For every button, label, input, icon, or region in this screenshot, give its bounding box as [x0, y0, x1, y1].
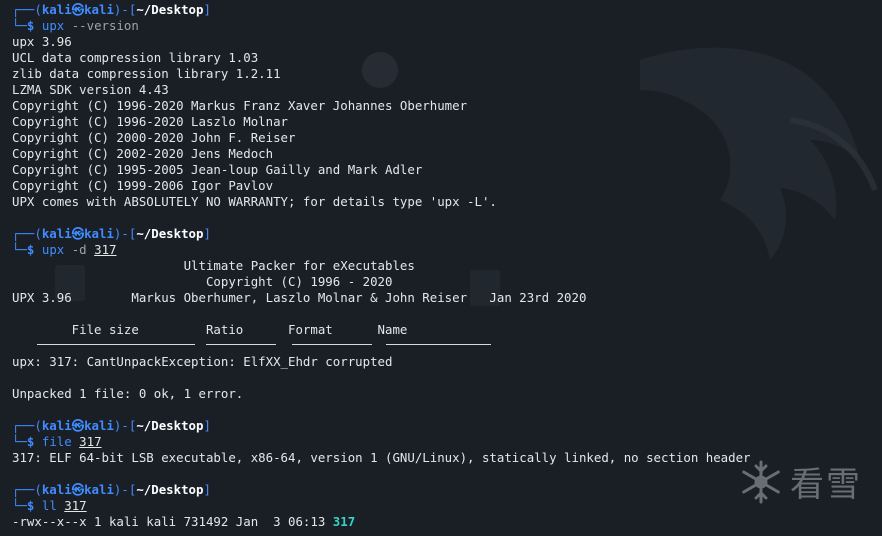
output-line: Copyright (C) 2000-2020 John F. Reiser: [12, 130, 296, 145]
listing-line: -rwx--x--x 1 kali kali 731492 Jan 3 06:1…: [12, 514, 356, 529]
prompt-line: ┌──(kali㉿kali)-[~/Desktop]: [12, 482, 211, 497]
column-underline: [37, 344, 195, 345]
prompt-line: ┌──(kali㉿kali)-[~/Desktop]: [12, 2, 211, 17]
output-line: Copyright (C) 1996-2020 Laszlo Molnar: [12, 114, 289, 129]
prompt-line: ┌──(kali㉿kali)-[~/Desktop]: [12, 226, 211, 241]
command-line: └─$ upx -d 317: [12, 242, 117, 257]
table-header: File size Ratio Format Name: [12, 322, 408, 337]
command-line: └─$ ll 317: [12, 498, 87, 513]
output-line: zlib data compression library 1.2.11: [12, 66, 281, 81]
watermark: 看雪: [738, 457, 862, 506]
output-line: Copyright (C) 2002-2020 Jens Medoch: [12, 146, 274, 161]
output-line: Copyright (C) 1999-2006 Igor Pavlov: [12, 178, 274, 193]
output-line: Copyright (C) 1996-2020 Markus Franz Xav…: [12, 98, 468, 113]
prompt-line: ┌──(kali㉿kali)-[~/Desktop]: [12, 418, 211, 433]
output-line: 317: ELF 64-bit LSB executable, x86-64, …: [12, 450, 751, 465]
output-line: Copyright (C) 1995-2005 Jean-loup Gailly…: [12, 162, 423, 177]
command-line: └─$ file 317: [12, 434, 102, 449]
output-line: Copyright (C) 1996 - 2020: [12, 274, 393, 289]
output-line: UCL data compression library 1.03: [12, 50, 259, 65]
output-line: Unpacked 1 file: 0 ok, 1 error.: [12, 386, 244, 401]
command-line: └─$ upx --version: [12, 18, 139, 33]
output-line: Ultimate Packer for eXecutables: [12, 258, 415, 273]
output-line: upx 3.96: [12, 34, 72, 49]
snowflake-icon: [742, 460, 780, 503]
column-underline: [292, 344, 372, 345]
column-underline: [206, 344, 276, 345]
output-line: UPX 3.96 Markus Oberhumer, Laszlo Molnar…: [12, 290, 587, 305]
column-underline: [386, 344, 491, 345]
output-line: LZMA SDK version 4.43: [12, 82, 169, 97]
error-line: upx: 317: CantUnpackException: ElfXX_Ehd…: [12, 354, 393, 369]
output-line: UPX comes with ABSOLUTELY NO WARRANTY; f…: [12, 194, 497, 209]
terminal-window[interactable]: ┌──(kali㉿kali)-[~/Desktop] └─$ upx --ver…: [0, 0, 882, 536]
watermark-text: 看雪: [790, 465, 862, 505]
